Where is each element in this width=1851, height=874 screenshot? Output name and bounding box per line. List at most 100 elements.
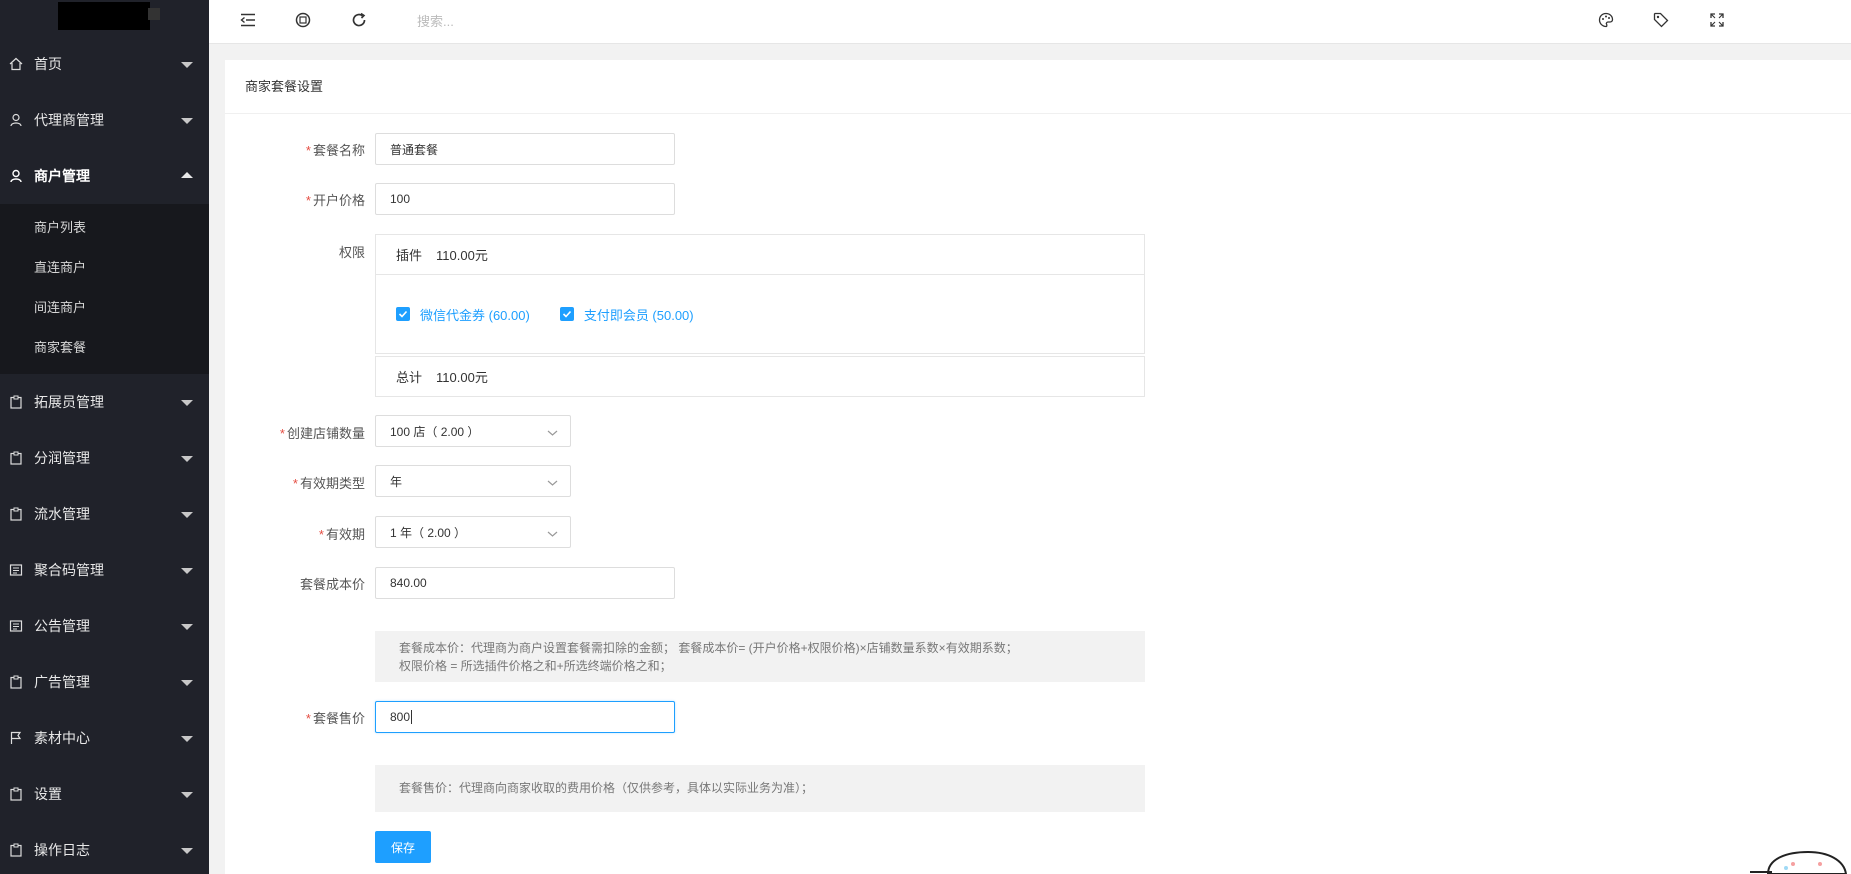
clipboard-icon: [9, 507, 23, 521]
top-header: [209, 0, 1851, 44]
caret-down-icon: [181, 118, 193, 124]
store-count-label: * 创建店铺数量: [279, 426, 365, 441]
text-cursor: [411, 710, 413, 724]
sidebar-item-promoters[interactable]: 拓展员管理: [0, 374, 209, 430]
sidebar-item-label: 流水管理: [34, 506, 90, 522]
caret-down-icon: [181, 568, 193, 574]
caret-down-icon: [181, 456, 193, 462]
sidebar-item-settings[interactable]: 设置: [0, 766, 209, 822]
logo: [0, 0, 209, 36]
chevron-down-icon: [547, 527, 558, 541]
caret-down-icon: [181, 736, 193, 742]
caret-down-icon: [181, 62, 193, 68]
fullscreen-icon[interactable]: [1707, 10, 1727, 30]
required-mark: *: [305, 193, 311, 208]
submenu-item-direct-merchants[interactable]: 直连商户: [0, 248, 209, 288]
submenu-item-merchant-packages[interactable]: 商家套餐: [0, 328, 209, 368]
cost-note-line1: 套餐成本价：代理商为商户设置套餐需扣除的金额； 套餐成本价= (开户价格+权限价…: [399, 641, 1018, 655]
checkbox-checked-icon[interactable]: [559, 307, 574, 321]
submenu-item-indirect-merchants[interactable]: 间连商户: [0, 288, 209, 328]
sidebar-item-label: 素材中心: [34, 730, 90, 746]
sidebar-item-label: 商户管理: [34, 168, 90, 184]
sidebar-item-merchants[interactable]: 商户管理: [0, 148, 209, 204]
sidebar-item-materials[interactable]: 素材中心: [0, 710, 209, 766]
cost-label: 套餐成本价: [299, 577, 365, 592]
search-input[interactable]: [417, 10, 617, 32]
clipboard-icon: [9, 395, 23, 409]
validity-select[interactable]: 1 年（ 2.00 ）: [375, 516, 571, 548]
sidebar-item-transactions[interactable]: 流水管理: [0, 486, 209, 542]
package-settings-card: 商家套餐设置 * 套餐名称 普通套餐 * 开户价格 100 权限 插件 110.00…: [225, 60, 1851, 874]
clipboard-icon: [9, 843, 23, 857]
sale-price-value: 800: [390, 710, 411, 724]
checkbox-wechat-voucher[interactable]: 微信代金券 (60.00): [396, 305, 530, 324]
tag-icon[interactable]: [1651, 10, 1671, 30]
store-count-select[interactable]: 100 店（ 2.00 ）: [375, 415, 571, 447]
save-button[interactable]: 保存: [375, 831, 431, 863]
user-icon: [9, 113, 23, 127]
submenu-item-merchant-list[interactable]: 商户列表: [0, 208, 209, 248]
cost-note-line2: 权限价格 = 所选插件价格之和+所选终端价格之和；: [399, 659, 672, 673]
sidebar-item-label: 操作日志: [34, 842, 90, 858]
mascot-decoration: [1748, 848, 1851, 874]
validity-value: 1 年（ 2.00 ）: [390, 525, 467, 540]
sidebar-item-announcements[interactable]: 公告管理: [0, 598, 209, 654]
caret-down-icon: [181, 624, 193, 630]
home-icon: [9, 57, 23, 71]
caret-down-icon: [181, 512, 193, 518]
sale-price-input[interactable]: 800: [375, 701, 675, 733]
sidebar-item-agents[interactable]: 代理商管理: [0, 92, 209, 148]
list-icon: [9, 619, 23, 633]
clipboard-icon: [9, 787, 23, 801]
sidebar-item-qrcode[interactable]: 聚合码管理: [0, 542, 209, 598]
cost-input[interactable]: 840.00: [375, 567, 675, 599]
plugin-label: 插件: [396, 248, 423, 263]
sidebar-item-label: 代理商管理: [34, 112, 104, 128]
checkbox-label: 支付即会员 (50.00): [583, 307, 694, 323]
total-amount: 110.00元: [436, 370, 488, 385]
sidebar-item-ads[interactable]: 广告管理: [0, 654, 209, 710]
open-price-input[interactable]: 100: [375, 183, 675, 215]
card-title: 商家套餐设置: [225, 60, 1851, 114]
checkbox-pay-membership[interactable]: 支付即会员 (50.00): [559, 305, 694, 324]
open-price-label: * 开户价格: [305, 193, 365, 208]
checkbox-label: 微信代金券 (60.00): [420, 307, 530, 323]
clipboard-icon: [9, 675, 23, 689]
sidebar-item-label: 首页: [34, 56, 62, 72]
checkbox-checked-icon[interactable]: [396, 307, 410, 321]
refresh-icon[interactable]: [349, 10, 369, 30]
sidebar-item-label: 设置: [34, 786, 62, 802]
theme-palette-icon[interactable]: [1596, 10, 1616, 30]
sidebar-item-home[interactable]: 首页: [0, 36, 209, 92]
sidebar-item-logs[interactable]: 操作日志: [0, 822, 209, 874]
user-icon: [9, 169, 23, 183]
chevron-down-icon: [547, 426, 558, 440]
sale-price-label: * 套餐售价: [305, 711, 365, 726]
package-name-input[interactable]: 普通套餐: [375, 133, 675, 165]
required-mark: *: [305, 711, 311, 726]
sidebar-item-label: 广告管理: [34, 674, 90, 690]
sidebar-item-profit-share[interactable]: 分润管理: [0, 430, 209, 486]
validity-type-value: 年: [390, 474, 403, 489]
sidebar-item-label: 拓展员管理: [34, 394, 104, 410]
sidebar-item-label: 聚合码管理: [34, 562, 104, 578]
list-icon: [9, 563, 23, 577]
validity-type-select[interactable]: 年: [375, 465, 571, 497]
chevron-down-icon: [547, 476, 558, 490]
total-row: 总计 110.00元: [375, 356, 1145, 397]
plugin-row: 插件 110.00元: [376, 235, 1144, 275]
logo-mark-tail: [148, 8, 160, 20]
total-label: 总计: [396, 370, 423, 385]
logo-mark: [58, 2, 150, 30]
clipboard-icon: [9, 451, 23, 465]
plugin-amount: 110.00元: [436, 248, 488, 263]
required-mark: *: [292, 476, 298, 491]
sale-note: 套餐售价：代理商向商家收取的费用价格（仅供参考，具体以实际业务为准）；: [375, 765, 1145, 812]
required-mark: *: [279, 426, 285, 441]
caret-down-icon: [181, 792, 193, 798]
required-mark: *: [318, 527, 324, 542]
collapse-menu-icon[interactable]: [238, 10, 258, 30]
required-mark: *: [305, 143, 311, 158]
site-icon[interactable]: [293, 10, 313, 30]
caret-down-icon: [181, 400, 193, 406]
